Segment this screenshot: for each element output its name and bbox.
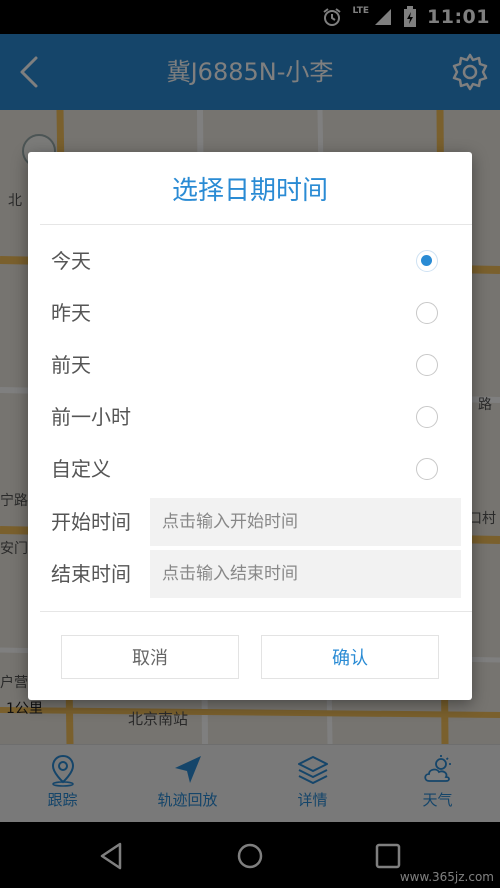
radio-button-checked[interactable] (416, 250, 438, 272)
end-time-input[interactable] (150, 550, 461, 598)
start-time-label: 开始时间 (51, 510, 131, 534)
radio-button[interactable] (416, 458, 438, 480)
option-custom[interactable]: 自定义 (28, 443, 472, 495)
start-time-row: 开始时间 (28, 498, 472, 546)
option-label: 今天 (51, 249, 91, 273)
cancel-button[interactable]: 取消 (61, 635, 239, 679)
radio-button[interactable] (416, 302, 438, 324)
option-label: 前一小时 (51, 405, 131, 429)
end-time-label: 结束时间 (51, 562, 131, 586)
option-last-hour[interactable]: 前一小时 (28, 391, 472, 443)
start-time-input[interactable] (150, 498, 461, 546)
radio-button[interactable] (416, 354, 438, 376)
dialog-divider (40, 224, 472, 225)
dialog-divider (40, 611, 472, 612)
option-label: 昨天 (51, 301, 91, 325)
radio-button[interactable] (416, 406, 438, 428)
option-yesterday[interactable]: 昨天 (28, 287, 472, 339)
option-label: 自定义 (51, 457, 111, 481)
option-day-before-yesterday[interactable]: 前天 (28, 339, 472, 391)
option-today[interactable]: 今天 (28, 235, 472, 287)
date-time-dialog: 选择日期时间 今天 昨天 前天 前一小时 自定义 开始时间 结束时间 取消 确认 (28, 152, 472, 700)
option-label: 前天 (51, 353, 91, 377)
confirm-button[interactable]: 确认 (261, 635, 439, 679)
dialog-title: 选择日期时间 (171, 176, 328, 206)
end-time-row: 结束时间 (28, 550, 472, 598)
